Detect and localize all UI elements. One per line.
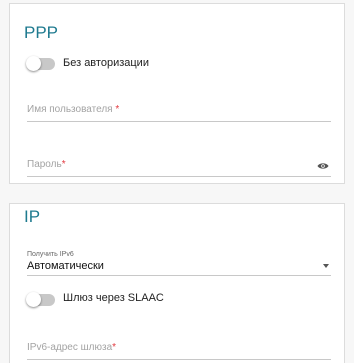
username-placeholder: Имя пользователя *	[27, 104, 120, 115]
slaac-toggle-label: Шлюз через SLAAC	[63, 292, 164, 304]
no-auth-toggle[interactable]	[26, 56, 55, 71]
ipv6-mode-select[interactable]: Автоматически	[27, 258, 331, 276]
no-auth-toggle-label: Без авторизации	[63, 57, 149, 69]
ppp-section: PPP Без авторизации Имя пользователя * П…	[9, 3, 345, 184]
ip-title: IP	[24, 207, 41, 226]
username-field[interactable]: Имя пользователя *	[27, 93, 331, 122]
ipv6-gateway-placeholder: IPv6-адрес шлюза*	[27, 342, 117, 353]
password-placeholder: Пароль*	[27, 159, 66, 170]
eye-icon[interactable]	[317, 162, 329, 170]
ppp-title: PPP	[24, 23, 59, 42]
required-mark: *	[61, 159, 66, 170]
password-field[interactable]: Пароль*	[27, 148, 331, 177]
ipv6-gateway-field[interactable]: IPv6-адрес шлюза*	[27, 331, 331, 360]
ipv6-mode-value: Автоматически	[27, 260, 104, 272]
ipv6-select-caption: Получить IPv6	[27, 251, 74, 258]
chevron-down-icon	[323, 264, 329, 268]
slaac-toggle[interactable]	[26, 292, 55, 307]
toggle-knob	[26, 292, 41, 307]
ip-section: IP Получить IPv6 Автоматически Шлюз чере…	[9, 203, 345, 363]
required-mark: *	[112, 342, 117, 353]
required-mark: *	[115, 104, 120, 115]
toggle-knob	[26, 56, 41, 71]
